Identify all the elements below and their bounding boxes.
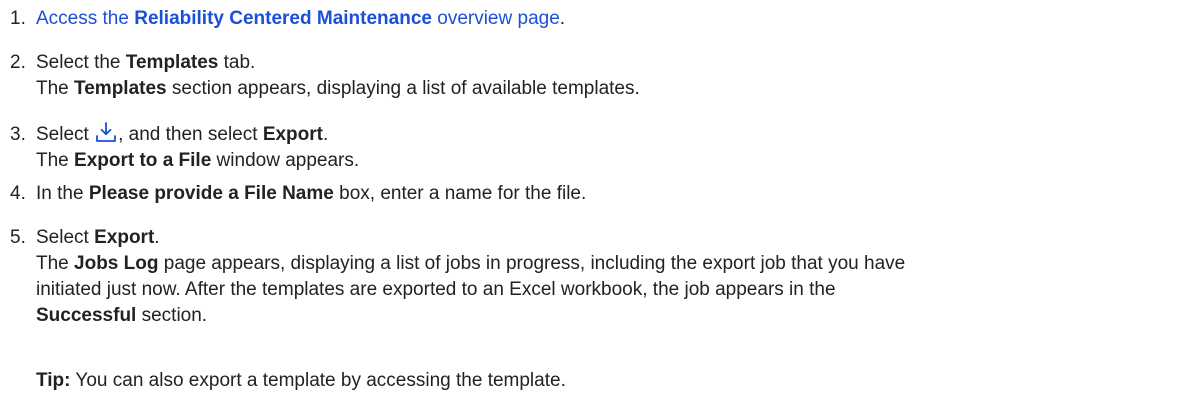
- step-text: Select the: [36, 52, 126, 73]
- ui-term: Export to a File: [74, 150, 212, 171]
- step-result: initiated just now. After the templates …: [36, 279, 836, 300]
- step-result: The Export to a File window appears.: [36, 150, 360, 171]
- step-text: In the: [36, 183, 89, 204]
- step-2: 2. Select the Templates tab. The Template…: [10, 50, 1180, 102]
- tip-text: You can also export a template by access…: [70, 370, 566, 391]
- ui-term: Export: [262, 124, 323, 145]
- step-text: box, enter a name for the file.: [333, 183, 587, 204]
- step-number: 2.: [10, 52, 26, 73]
- step-result: Successful section.: [36, 305, 208, 326]
- step-text: Select: [36, 124, 95, 145]
- ui-term: Successful: [36, 305, 137, 326]
- step-number: 5.: [10, 227, 26, 248]
- step-number: 3.: [10, 124, 26, 145]
- step-number: 4.: [10, 183, 26, 204]
- tip-note: Tip: You can also export a template by a…: [36, 368, 1176, 394]
- step-number: 1.: [10, 8, 26, 29]
- step-3: 3. Select , and then select Export. The E…: [10, 121, 1180, 174]
- ui-term: Export: [94, 227, 155, 248]
- step-1: 1. Access the Reliability Centered Mainte…: [10, 6, 1180, 32]
- procedure: 1. Access the Reliability Centered Mainte…: [0, 0, 1190, 420]
- step-4: 4. In the Please provide a File Name box,…: [10, 181, 1180, 207]
- tip-label: Tip:: [36, 370, 71, 391]
- download-icon: [95, 121, 117, 143]
- step-text: , and then select: [118, 124, 263, 145]
- step-text: Select: [36, 227, 95, 248]
- step-5: 5. Select Export. The Jobs Log page appea…: [10, 225, 1180, 329]
- step-result: The Templates section appears, displayin…: [36, 78, 640, 99]
- overview-page-link[interactable]: Access the Reliability Centered Maintena…: [36, 8, 560, 29]
- ui-term: Please provide a File Name: [88, 183, 334, 204]
- step-text: .: [323, 124, 329, 145]
- step-result: The Jobs Log page appears, displaying a …: [36, 253, 906, 274]
- ui-term: Templates: [125, 52, 219, 73]
- step-text: .: [154, 227, 160, 248]
- ui-term: Templates: [74, 78, 167, 99]
- ui-term: Jobs Log: [74, 253, 159, 274]
- step-text: .: [559, 8, 566, 29]
- step-text: tab.: [218, 52, 256, 73]
